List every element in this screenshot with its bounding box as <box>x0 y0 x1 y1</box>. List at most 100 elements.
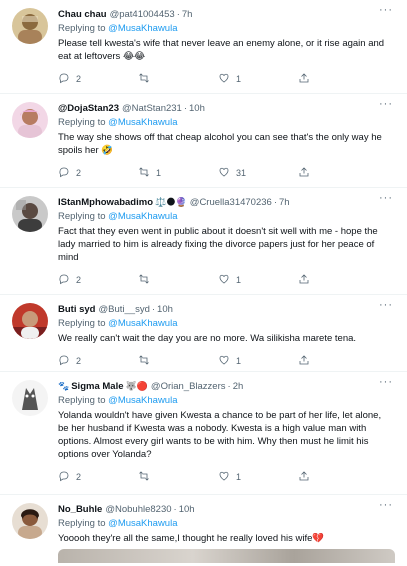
user-handle[interactable]: @NatStan231 <box>122 103 182 114</box>
retweet-icon <box>138 72 150 86</box>
replying-to-link[interactable]: @MusaKhawula <box>108 23 177 34</box>
display-name[interactable]: IStanMphowabadimo <box>58 197 153 208</box>
reply-icon <box>58 273 70 287</box>
replying-to: Replying to @MusaKhawula <box>58 394 395 408</box>
replying-to-label: Replying to <box>58 518 109 529</box>
user-handle[interactable]: @Orian_Blazzers <box>151 381 226 392</box>
more-icon[interactable]: ··· <box>379 98 393 110</box>
tweet-actions: 2 1 <box>58 65 395 93</box>
attached-image[interactable] <box>58 549 395 563</box>
retweet-icon <box>138 166 150 180</box>
retweet-button[interactable] <box>138 273 218 287</box>
display-name[interactable]: Sigma Male <box>71 381 123 392</box>
user-handle[interactable]: @pat41004453 <box>110 9 175 20</box>
more-icon[interactable]: ··· <box>379 299 393 311</box>
tweet-header: IStanMphowabadimo ⚖️🌑🔮 @Cruella31470236 … <box>58 194 395 210</box>
separator-dot: · <box>273 196 277 208</box>
avatar[interactable] <box>12 380 48 416</box>
tweet-text: Yolanda wouldn't have given Kwesta a cha… <box>58 410 382 460</box>
tweet[interactable]: IStanMphowabadimo ⚖️🌑🔮 @Cruella31470236 … <box>0 188 407 295</box>
avatar[interactable] <box>12 102 48 138</box>
share-icon <box>298 273 310 287</box>
avatar[interactable] <box>12 196 48 232</box>
separator-dot: · <box>183 102 188 114</box>
reply-button[interactable]: 2 <box>58 470 138 484</box>
reply-icon <box>58 72 70 86</box>
share-button[interactable] <box>298 72 310 86</box>
like-button[interactable]: 1 <box>218 273 298 287</box>
replying-to-link[interactable]: @MusaKhawula <box>108 211 177 222</box>
more-icon[interactable]: ··· <box>379 192 393 204</box>
like-button[interactable]: 1 <box>218 354 298 368</box>
name-emoji: 🐺🔴 <box>125 380 148 391</box>
retweet-icon <box>138 354 150 368</box>
tweet-actions: 2 1 <box>58 463 395 491</box>
avatar[interactable] <box>12 303 48 339</box>
heart-icon <box>218 354 230 368</box>
reply-button[interactable]: 2 <box>58 273 138 287</box>
like-button[interactable]: 1 <box>218 470 298 484</box>
like-button[interactable]: 1 <box>218 72 298 86</box>
share-icon <box>298 470 310 484</box>
tweet[interactable]: Buti syd @Buti__syd · 10h ··· Replying t… <box>0 295 407 372</box>
tweet-actions: 2 1 <box>58 347 395 375</box>
tweet[interactable]: 🐾 Sigma Male 🐺🔴 @Orian_Blazzers · 2h ···… <box>0 372 407 495</box>
tweet-header: @DojaStan23 @NatStan231 · 10h <box>58 100 395 116</box>
tweet[interactable]: No_Buhle @Nobuhle8230 · 10h ··· Replying… <box>0 495 407 566</box>
tweet-header: 🐾 Sigma Male 🐺🔴 @Orian_Blazzers · 2h <box>58 378 395 394</box>
replying-to: Replying to @MusaKhawula <box>58 116 395 130</box>
reply-button[interactable]: 2 <box>58 166 138 180</box>
tweet-text: We really can't wait the day you are no … <box>58 333 357 344</box>
user-handle[interactable]: @Buti__syd <box>98 304 149 315</box>
tweet-header: Chau chau @pat41004453 · 7h <box>58 6 395 22</box>
tweet-time[interactable]: 2h <box>233 381 244 392</box>
replying-to-link[interactable]: @MusaKhawula <box>108 395 177 406</box>
share-button[interactable] <box>298 166 310 180</box>
avatar[interactable] <box>12 8 48 44</box>
replying-to-link[interactable]: @MusaKhawula <box>108 518 177 529</box>
retweet-button[interactable] <box>138 354 218 368</box>
display-name[interactable]: Chau chau <box>58 9 107 20</box>
user-handle[interactable]: @Nobuhle8230 <box>105 504 171 515</box>
share-icon <box>298 354 310 368</box>
replying-to-label: Replying to <box>58 117 109 128</box>
tweet-time[interactable]: 10h <box>157 304 173 315</box>
reply-button[interactable]: 2 <box>58 72 138 86</box>
reply-icon <box>58 470 70 484</box>
display-name[interactable]: @DojaStan23 <box>58 103 119 114</box>
share-button[interactable] <box>298 354 310 368</box>
like-button[interactable]: 31 <box>218 166 298 180</box>
tweet[interactable]: Chau chau @pat41004453 · 7h ··· Replying… <box>0 0 407 94</box>
replying-to-link[interactable]: @MusaKhawula <box>108 117 177 128</box>
tweet-time[interactable]: 7h <box>182 9 193 20</box>
tweet-time[interactable]: 10h <box>189 103 205 114</box>
display-name[interactable]: No_Buhle <box>58 504 102 515</box>
retweet-button[interactable]: 1 <box>138 166 218 180</box>
reply-icon <box>58 166 70 180</box>
replying-to: Replying to @MusaKhawula <box>58 317 395 331</box>
tweet-text: Fact that they even went in public about… <box>58 226 378 263</box>
tweet-actions: 2 1 31 <box>58 159 395 187</box>
share-button[interactable] <box>298 273 310 287</box>
avatar[interactable] <box>12 503 48 539</box>
retweet-button[interactable] <box>138 72 218 86</box>
tweet-header: No_Buhle @Nobuhle8230 · 10h <box>58 501 395 517</box>
replying-to-label: Replying to <box>58 318 109 329</box>
tweet-time[interactable]: 10h <box>179 504 195 515</box>
tweet-time[interactable]: 7h <box>279 197 290 208</box>
more-icon[interactable]: ··· <box>379 376 393 388</box>
like-count: 31 <box>236 168 247 178</box>
user-handle[interactable]: @Cruella31470236 <box>190 197 272 208</box>
reply-count: 2 <box>76 356 82 366</box>
more-icon[interactable]: ··· <box>379 499 393 511</box>
more-icon[interactable]: ··· <box>379 4 393 16</box>
share-button[interactable] <box>298 470 310 484</box>
tweet-header: Buti syd @Buti__syd · 10h <box>58 301 395 317</box>
display-name[interactable]: Buti syd <box>58 304 95 315</box>
reply-button[interactable]: 2 <box>58 354 138 368</box>
retweet-button[interactable] <box>138 470 218 484</box>
replying-to-link[interactable]: @MusaKhawula <box>108 318 177 329</box>
tweet[interactable]: @DojaStan23 @NatStan231 · 10h ··· Replyi… <box>0 94 407 188</box>
reply-count: 2 <box>76 472 82 482</box>
like-count: 1 <box>236 275 242 285</box>
